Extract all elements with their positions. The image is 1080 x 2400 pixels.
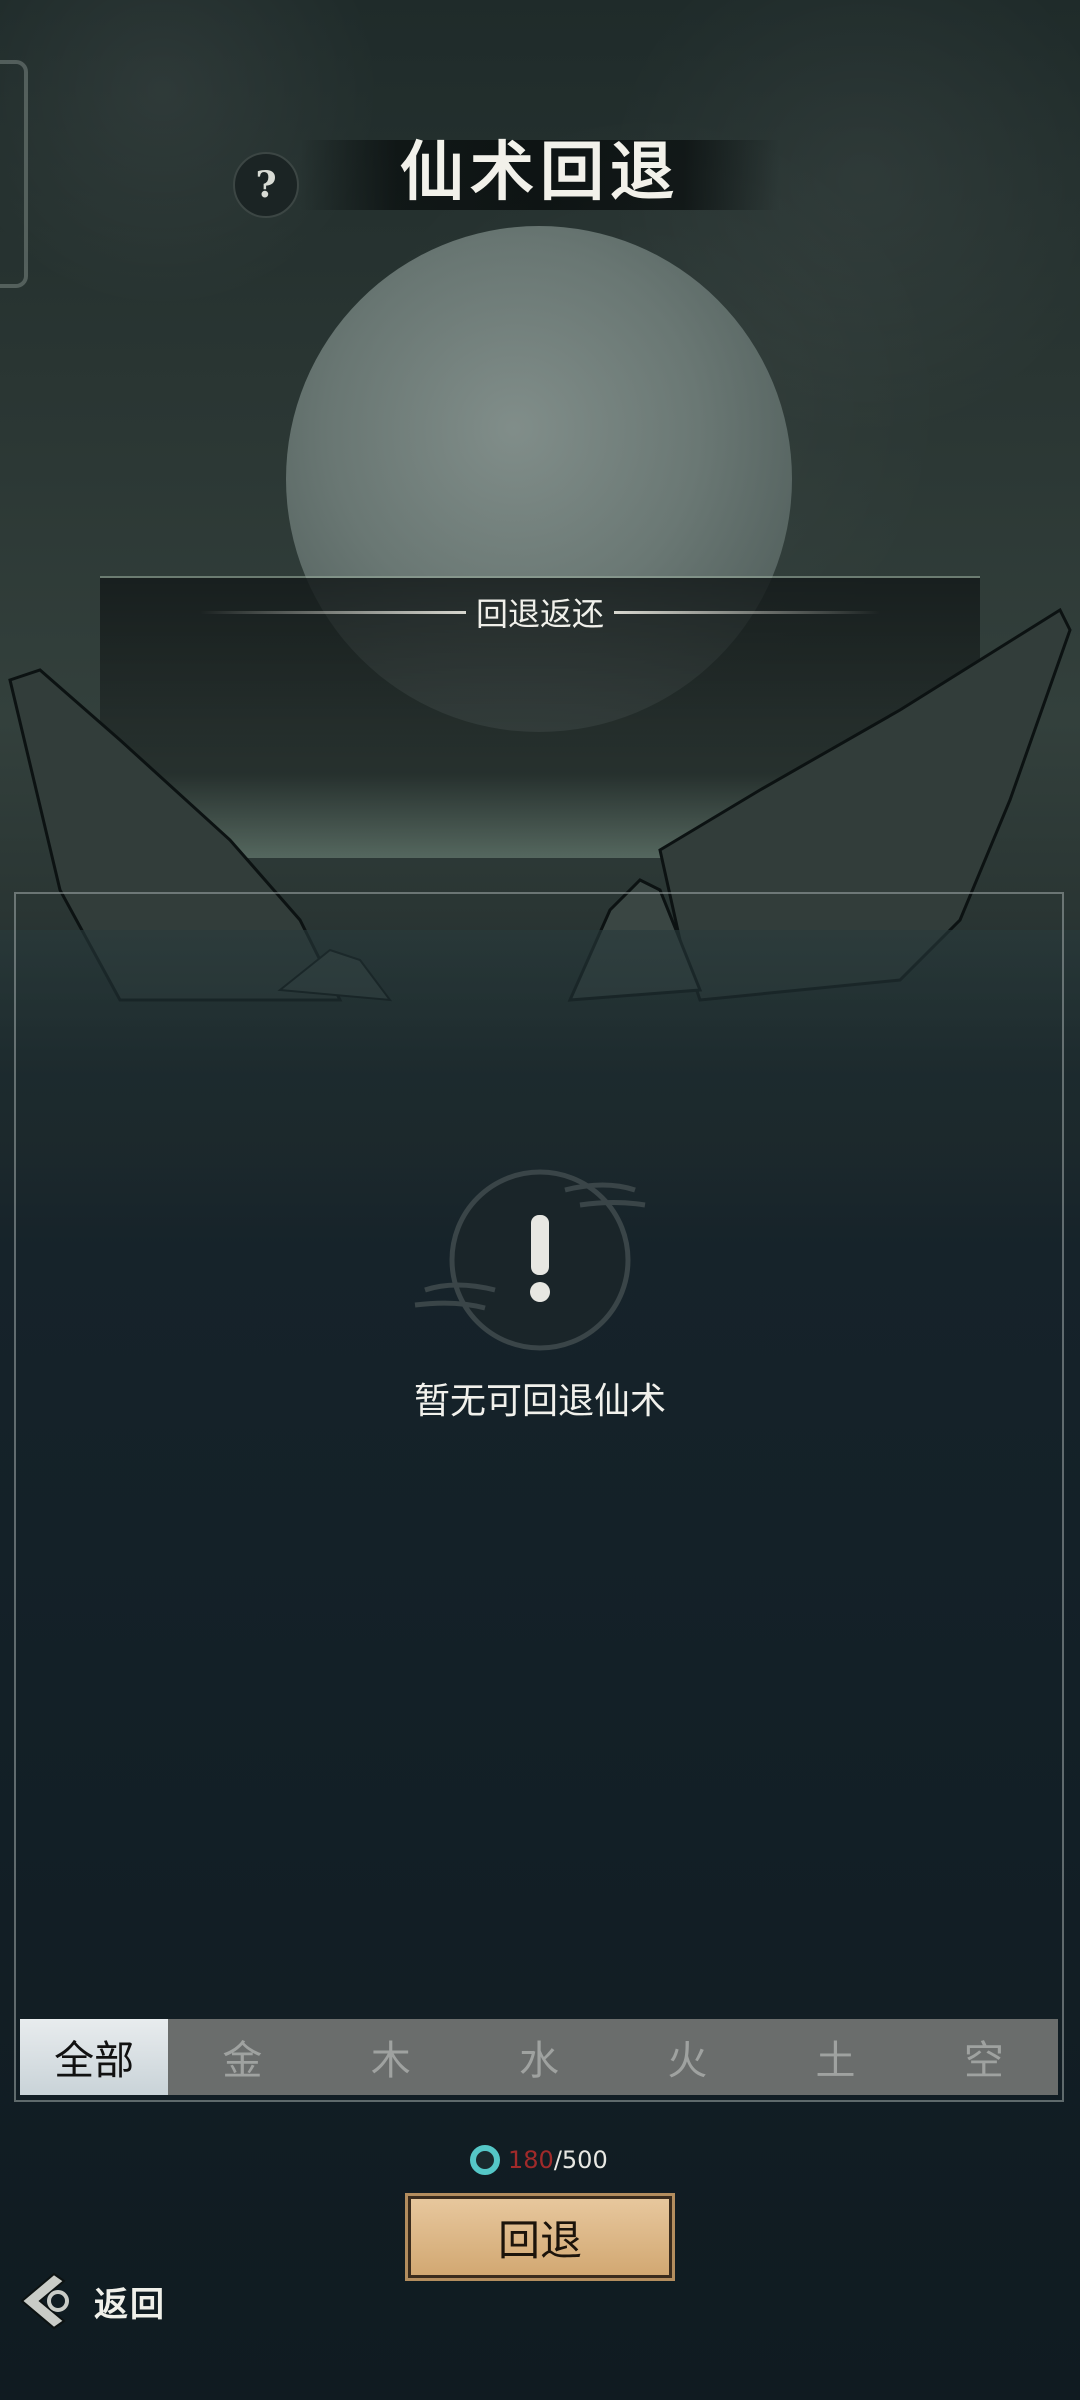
counter-separator: / — [553, 2146, 562, 2174]
help-icon[interactable]: ? — [233, 152, 299, 218]
ring-resource-icon — [470, 2145, 500, 2175]
spell-list-panel — [14, 892, 1064, 2102]
tab-void[interactable]: 空 — [910, 2019, 1058, 2095]
tab-metal[interactable]: 金 — [168, 2019, 316, 2095]
element-filter-tabs: 全部 金 木 水 火 土 空 — [20, 2019, 1058, 2095]
back-button[interactable]: 返回 — [14, 2266, 184, 2336]
counter-current: 180 — [508, 2146, 554, 2174]
tab-wood[interactable]: 木 — [317, 2019, 465, 2095]
tab-fire[interactable]: 火 — [613, 2019, 761, 2095]
counter-max: 500 — [561, 2146, 608, 2174]
back-label: 返回 — [94, 2284, 166, 2325]
empty-state-message: 暂无可回退仙术 — [413, 1381, 666, 1422]
revert-button[interactable]: 回退 — [405, 2193, 675, 2281]
back-arrow-icon — [20, 2272, 69, 2330]
tab-earth[interactable]: 土 — [761, 2019, 909, 2095]
tab-water[interactable]: 水 — [465, 2019, 613, 2095]
side-frame-decoration — [0, 60, 28, 288]
screen: ? 仙术回退 回退返还 暂无可回退仙术 全部 金 木 水 火 土 空 180 /… — [0, 0, 1080, 2400]
exclamation-icon — [414, 1169, 646, 1351]
page-title: 仙术回退 — [400, 135, 680, 210]
tab-all[interactable]: 全部 — [20, 2019, 169, 2095]
resource-counter: 180 / 500 — [470, 2140, 630, 2180]
